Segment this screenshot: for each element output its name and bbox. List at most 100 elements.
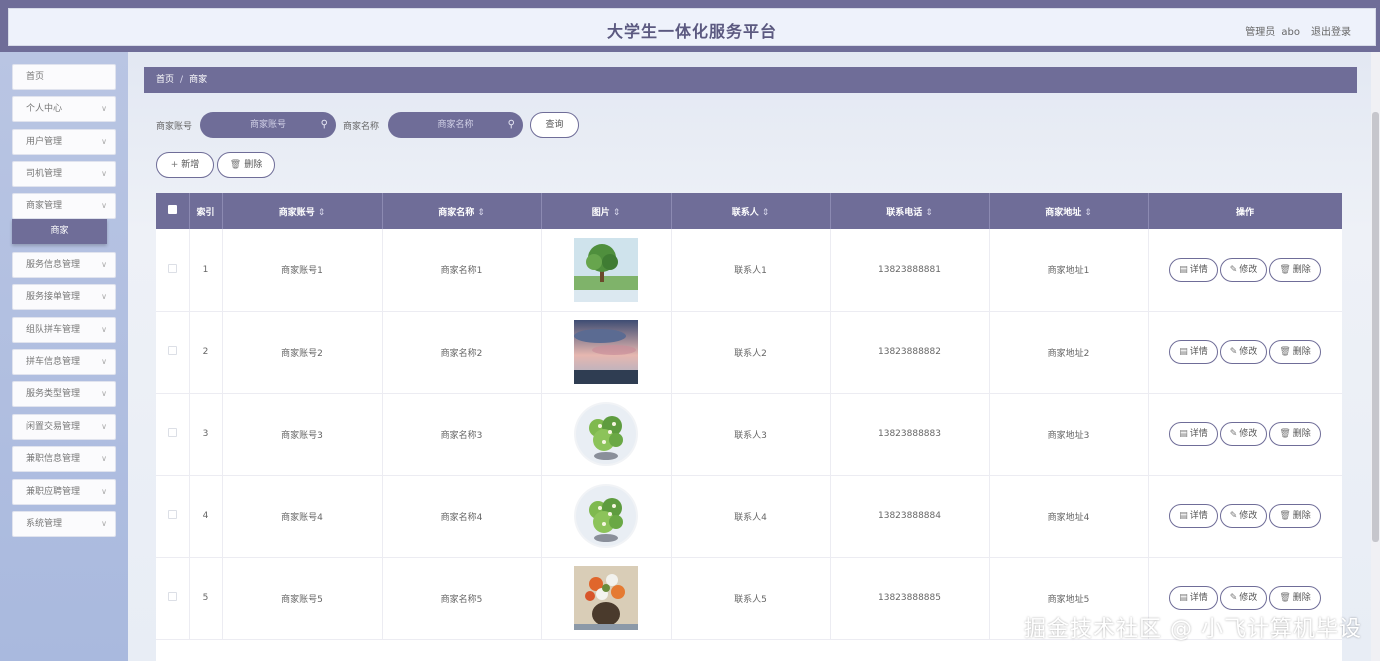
merchant-image xyxy=(574,484,638,548)
row-phone: 13823888883 xyxy=(830,393,990,476)
edit-button-label: 修改 xyxy=(1239,511,1258,521)
row-select-cell[interactable] xyxy=(156,229,190,312)
delete-button-label: 删除 xyxy=(1292,511,1311,521)
sidebar-item[interactable]: 组队拼车管理 ∨ xyxy=(12,317,116,343)
query-button[interactable]: 查询 xyxy=(530,112,579,138)
detail-button-label: 详情 xyxy=(1189,429,1208,439)
delete-button-label: 删除 xyxy=(1292,429,1311,439)
column-header-account[interactable]: 商家账号 ⇕ xyxy=(222,193,383,229)
row-image-cell xyxy=(541,393,672,476)
row-account: 商家账号2 xyxy=(222,311,383,394)
row-checkbox[interactable] xyxy=(167,428,177,437)
row-checkbox[interactable] xyxy=(167,346,177,355)
row-contact: 联系人3 xyxy=(671,393,831,476)
row-name: 商家名称5 xyxy=(382,557,542,640)
row-select-cell[interactable] xyxy=(156,311,190,394)
table-row[interactable]: 4 商家账号4 商家名称4 联系人4 13823888884 商家地址4 ▤ 详情 ✎ 修改 🗑 删除 xyxy=(156,475,1342,558)
row-name: 商家名称3 xyxy=(382,393,542,476)
sort-icon[interactable]: ⇕ xyxy=(477,208,485,218)
sidebar-item[interactable]: 商家管理 ∨ xyxy=(12,193,116,219)
sidebar-item[interactable]: 拼车信息管理 ∨ xyxy=(12,349,116,375)
sidebar-item-label: 用户管理 xyxy=(26,137,63,147)
sidebar-item[interactable]: 服务接单管理 ∨ xyxy=(12,284,116,310)
watermark: 掘金技术社区 @ 小飞计算机毕设 xyxy=(1024,617,1362,642)
page-scrollbar[interactable] xyxy=(1371,52,1380,661)
row-checkbox[interactable] xyxy=(167,263,177,273)
search-icon: ⚲ xyxy=(320,119,328,130)
column-header-contact[interactable]: 联系人 ⇕ xyxy=(671,193,831,229)
row-name: 商家名称2 xyxy=(382,311,542,394)
delete-button[interactable]: 🗑 删除 xyxy=(1269,504,1321,528)
breadcrumb-home[interactable]: 首页 xyxy=(156,75,174,85)
edit-button[interactable]: ✎ 修改 xyxy=(1219,504,1268,528)
row-account: 商家账号4 xyxy=(222,475,383,558)
sidebar-item[interactable]: 个人中心 ∨ xyxy=(12,96,116,122)
edit-button[interactable]: ✎ 修改 xyxy=(1219,586,1268,610)
detail-button[interactable]: ▤ 详情 xyxy=(1169,422,1218,446)
row-phone: 13823888881 xyxy=(830,229,990,312)
table-row[interactable]: 3 商家账号3 商家名称3 联系人3 13823888883 商家地址3 ▤ 详情 ✎ 修改 🗑 删除 xyxy=(156,393,1342,476)
sidebar-item[interactable]: 服务信息管理 ∨ xyxy=(12,252,116,278)
trash-icon: 🗑 xyxy=(1279,429,1291,439)
select-all-checkbox[interactable] xyxy=(167,205,177,214)
row-select-cell[interactable] xyxy=(156,557,190,640)
column-header-image-label: 图片 xyxy=(591,207,610,218)
column-header-phone[interactable]: 联系电话 ⇕ xyxy=(830,193,990,229)
name-search-input[interactable]: 商家名称 ⚲ xyxy=(388,112,523,138)
edit-button-label: 修改 xyxy=(1239,347,1258,357)
row-account: 商家账号5 xyxy=(222,557,383,640)
sidebar-item[interactable]: 首页 xyxy=(12,64,116,90)
sidebar-item[interactable]: 兼职应聘管理 ∨ xyxy=(12,479,116,505)
detail-button[interactable]: ▤ 详情 xyxy=(1169,340,1218,364)
merchant-image xyxy=(574,237,638,302)
chevron-down-icon: ∨ xyxy=(101,325,107,334)
delete-button[interactable]: 🗑 删除 xyxy=(1269,257,1321,282)
sidebar-subitem-merchant[interactable]: 商家 xyxy=(12,219,107,244)
row-select-cell[interactable] xyxy=(156,475,190,558)
row-image-cell xyxy=(541,557,672,640)
sidebar-item[interactable]: 系统管理 ∨ xyxy=(12,511,116,537)
edit-button[interactable]: ✎ 修改 xyxy=(1219,257,1268,282)
column-header-address[interactable]: 商家地址 ⇕ xyxy=(989,193,1149,229)
bulk-delete-label: 删除 xyxy=(244,160,263,170)
edit-button[interactable]: ✎ 修改 xyxy=(1219,340,1268,364)
chevron-down-icon: ∨ xyxy=(101,260,107,269)
detail-button[interactable]: ▤ 详情 xyxy=(1169,257,1218,282)
edit-button[interactable]: ✎ 修改 xyxy=(1219,422,1268,446)
sidebar-item[interactable]: 兼职信息管理 ∨ xyxy=(12,446,116,472)
sidebar-item[interactable]: 司机管理 ∨ xyxy=(12,161,116,187)
sidebar-item[interactable]: 闲置交易管理 ∨ xyxy=(12,414,116,440)
add-button[interactable]: + 新增 xyxy=(156,152,214,178)
table-row[interactable]: 1 商家账号1 商家名称1 联系人1 13823888881 商家地址1 ▤ 详情 ✎ 修改 🗑 删除 xyxy=(156,229,1342,312)
chevron-down-icon: ∨ xyxy=(101,357,107,366)
sort-icon[interactable]: ⇕ xyxy=(318,208,326,218)
sidebar-item[interactable]: 服务类型管理 ∨ xyxy=(12,381,116,407)
select-all-cell[interactable] xyxy=(156,193,190,229)
sort-icon[interactable]: ⇕ xyxy=(925,208,933,218)
sort-icon[interactable]: ⇕ xyxy=(613,208,621,218)
logout-link[interactable]: 退出登录 xyxy=(1311,23,1351,38)
chevron-down-icon: ∨ xyxy=(101,169,107,178)
column-header-name[interactable]: 商家名称 ⇕ xyxy=(382,193,542,229)
delete-button[interactable]: 🗑 删除 xyxy=(1269,586,1321,610)
row-select-cell[interactable] xyxy=(156,393,190,476)
sidebar-item[interactable]: 用户管理 ∨ xyxy=(12,129,116,155)
delete-button[interactable]: 🗑 删除 xyxy=(1269,340,1321,364)
pencil-icon: ✎ xyxy=(1229,593,1238,603)
merchant-image xyxy=(574,402,638,466)
detail-button[interactable]: ▤ 详情 xyxy=(1169,504,1218,528)
row-contact: 联系人1 xyxy=(671,229,831,312)
bulk-delete-button[interactable]: 🗑 删除 xyxy=(217,152,275,178)
row-index: 1 xyxy=(189,229,223,312)
detail-button[interactable]: ▤ 详情 xyxy=(1169,586,1218,610)
sort-icon[interactable]: ⇕ xyxy=(762,208,770,218)
sort-icon[interactable]: ⇕ xyxy=(1084,208,1092,218)
row-checkbox[interactable] xyxy=(167,592,177,601)
table-row[interactable]: 2 商家账号2 商家名称2 联系人2 13823888882 商家地址2 ▤ 详情 ✎ 修改 🗑 删除 xyxy=(156,311,1342,394)
row-checkbox[interactable] xyxy=(167,510,177,519)
account-search-input[interactable]: 商家账号 ⚲ xyxy=(200,112,336,138)
delete-button[interactable]: 🗑 删除 xyxy=(1269,422,1321,446)
column-header-image[interactable]: 图片 ⇕ xyxy=(541,193,672,229)
scrollbar-thumb[interactable] xyxy=(1372,112,1379,542)
user-role: 管理员 xyxy=(1245,27,1276,38)
